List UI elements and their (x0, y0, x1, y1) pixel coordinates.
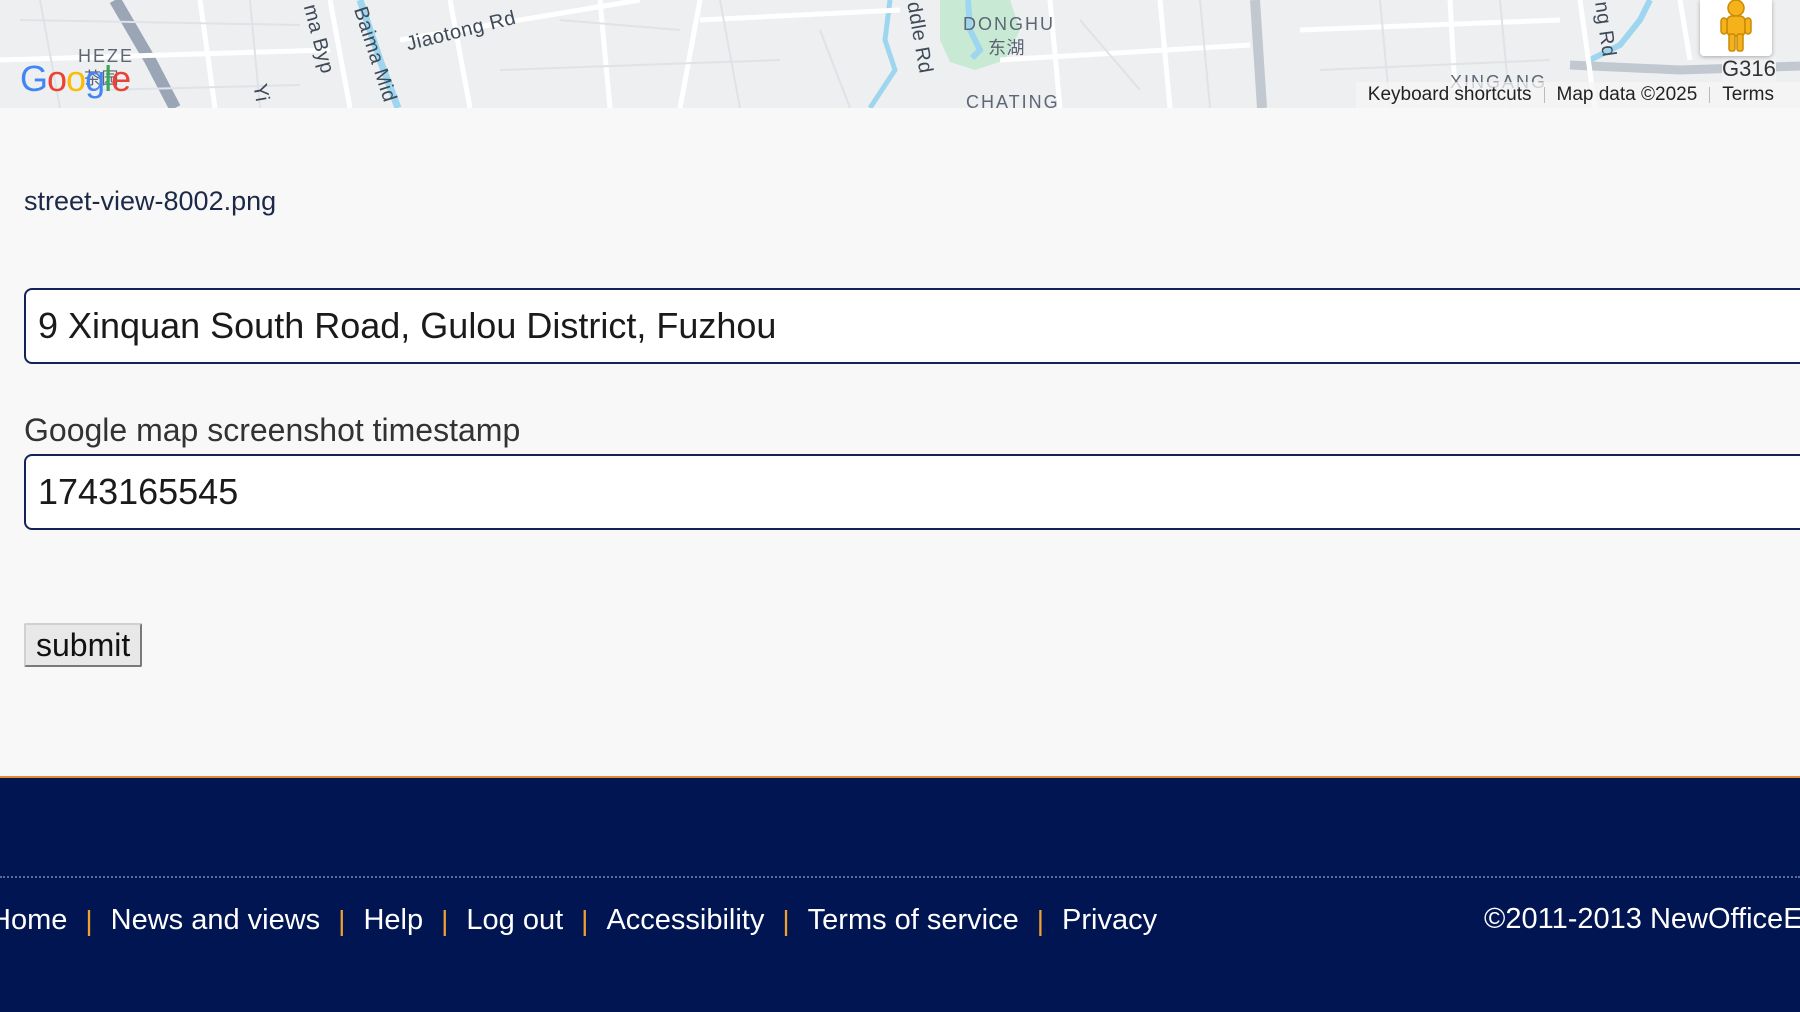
map-data-text: Map data ©2025 (1556, 84, 1698, 105)
footer-nav: Home | News and views | Help | Log out |… (0, 904, 1157, 937)
pegman-icon (1720, 0, 1752, 52)
footer-link-home[interactable]: Home (0, 904, 67, 937)
timestamp-label: Google map screenshot timestamp (24, 412, 521, 448)
map-label-donghu-cn: 东湖 (988, 38, 1025, 58)
timestamp-input[interactable] (24, 454, 1800, 530)
footer-pipe: | (85, 904, 93, 936)
map-label-donghu: DONGHU (963, 14, 1055, 34)
submit-button[interactable]: submit (24, 623, 143, 667)
google-logo: Google (20, 58, 131, 99)
footer-pipe: | (782, 904, 790, 936)
footer-pipe: | (441, 904, 449, 936)
footer-link-help[interactable]: Help (363, 904, 423, 937)
footer-pipe: | (338, 904, 346, 936)
footer-link-news-and-views[interactable]: News and views (111, 904, 321, 937)
map-attribution-bar: Keyboard shortcuts Map data ©2025 Terms (1355, 82, 1800, 108)
map-label-chating: CHATING (966, 92, 1060, 108)
footer-link-log-out[interactable]: Log out (466, 904, 563, 937)
footer-pipe: | (581, 904, 589, 936)
keyboard-shortcuts-link[interactable]: Keyboard shortcuts (1356, 84, 1544, 106)
terms-link[interactable]: Terms (1710, 84, 1800, 106)
copyright-text: ©2011-2013 NewOfficeEu (1484, 903, 1800, 935)
address-input[interactable] (24, 288, 1800, 364)
filename-label: street-view-8002.png (24, 186, 277, 216)
map-label-g316: G316 (1722, 56, 1776, 82)
pegman-button[interactable] (1700, 0, 1772, 56)
map-view[interactable]: HEZE 茶园 ma Byp Baima Mid Jiaotong Rd Yi … (0, 0, 1800, 108)
footer-link-terms-of-service[interactable]: Terms of service (808, 904, 1019, 937)
footer-link-privacy[interactable]: Privacy (1062, 904, 1157, 937)
footer-divider (0, 876, 1800, 878)
footer-pipe: | (1036, 904, 1045, 936)
footer-link-accessibility[interactable]: Accessibility (606, 904, 764, 937)
site-footer: Home | News and views | Help | Log out |… (0, 776, 1800, 1012)
